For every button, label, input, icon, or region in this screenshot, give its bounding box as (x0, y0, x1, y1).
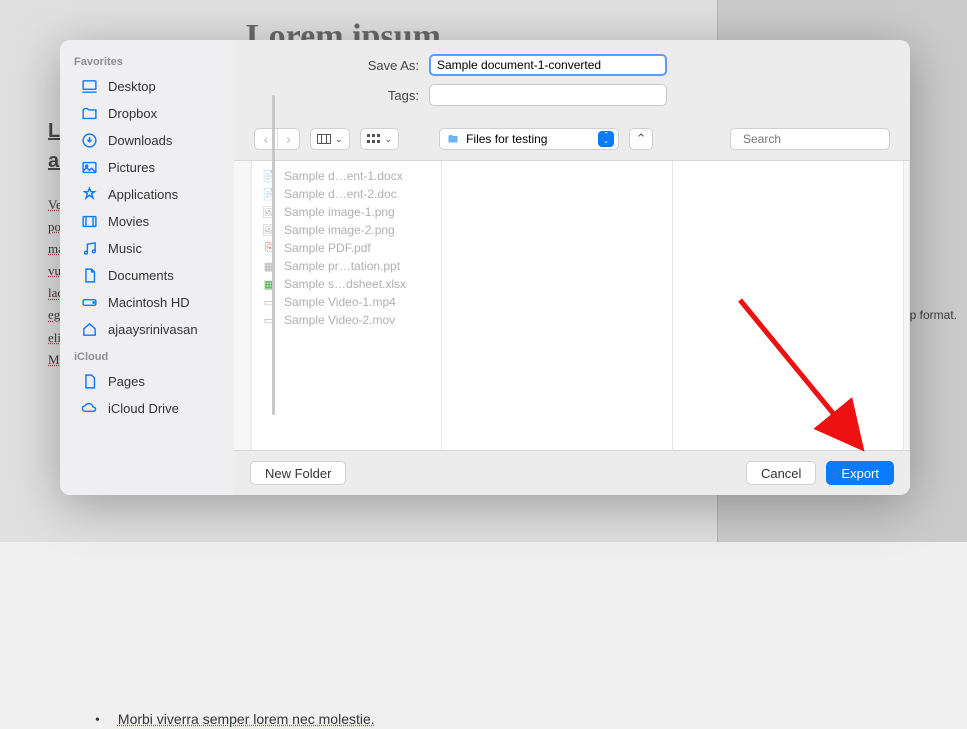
folder-label: Files for testing (466, 132, 547, 146)
disk-icon (80, 293, 98, 311)
sidebar-item-label: Pages (108, 374, 145, 389)
sidebar-item-pages[interactable]: Pages (66, 368, 228, 394)
file-row[interactable]: ▦Sample pr…tation.ppt (252, 257, 441, 275)
sidebar: Favorites Desktop Dropbox Downloads Pict… (60, 40, 234, 495)
sidebar-item-label: iCloud Drive (108, 401, 179, 416)
toolbar: ‹ › ⌄ ⌄ Files for testing ⌃⌄ ⌃ (234, 122, 910, 161)
chevron-down-icon: ⌄ (335, 134, 343, 145)
sidebar-item-macintosh-hd[interactable]: Macintosh HD (66, 289, 228, 315)
applications-icon (80, 185, 98, 203)
folder-icon (446, 133, 460, 145)
sidebar-item-label: Music (108, 241, 142, 256)
file-row[interactable]: 🖼Sample image-2.png (252, 221, 441, 239)
download-icon (80, 131, 98, 149)
tags-input[interactable] (429, 84, 667, 106)
nav-buttons: ‹ › (254, 128, 300, 150)
sidebar-item-movies[interactable]: Movies (66, 208, 228, 234)
sidebar-item-label: Movies (108, 214, 149, 229)
chevron-down-icon: ⌄ (385, 134, 393, 145)
music-icon (80, 239, 98, 257)
sidebar-item-pictures[interactable]: Pictures (66, 154, 228, 180)
search-box[interactable] (730, 128, 890, 150)
dialog-main: Save As: Tags: ‹ › ⌄ ⌄ Files for testing… (234, 40, 910, 495)
sidebar-item-label: Pictures (108, 160, 155, 175)
pictures-icon (80, 158, 98, 176)
sidebar-item-desktop[interactable]: Desktop (66, 73, 228, 99)
save-dialog: Favorites Desktop Dropbox Downloads Pict… (60, 40, 910, 495)
new-folder-button[interactable]: New Folder (250, 461, 346, 485)
cloud-icon (80, 399, 98, 417)
search-input[interactable] (743, 132, 898, 146)
sidebar-item-label: Downloads (108, 133, 172, 148)
collapse-button[interactable]: ⌃ (629, 128, 653, 150)
sidebar-item-home[interactable]: ajaaysrinivasan (66, 316, 228, 342)
sidebar-item-icloud-drive[interactable]: iCloud Drive (66, 395, 228, 421)
doc-bullet: Morbi viverra semper lorem nec molestie. (95, 711, 937, 729)
sidebar-item-music[interactable]: Music (66, 235, 228, 261)
folder-icon (80, 104, 98, 122)
dropdown-arrows-icon: ⌃⌄ (598, 131, 614, 147)
sidebar-section-icloud: iCloud (60, 343, 234, 367)
pages-icon (80, 372, 98, 390)
file-row[interactable]: 📄Sample d…ent-1.docx (252, 167, 441, 185)
bottom-bar: New Folder Cancel Export (234, 451, 910, 495)
file-browser: 📄Sample d…ent-1.docx 📄Sample d…ent-2.doc… (234, 161, 910, 451)
file-row[interactable]: ▭Sample Video-2.mov (252, 311, 441, 329)
view-columns-button[interactable]: ⌄ (310, 128, 350, 150)
desktop-icon (80, 77, 98, 95)
movies-icon (80, 212, 98, 230)
chevron-up-icon: ⌃ (636, 131, 647, 147)
forward-button[interactable]: › (277, 129, 299, 149)
sidebar-item-applications[interactable]: Applications (66, 181, 228, 207)
tags-label: Tags: (254, 88, 429, 103)
sidebar-item-downloads[interactable]: Downloads (66, 127, 228, 153)
file-row[interactable]: ▦Sample s…dsheet.xlsx (252, 275, 441, 293)
sidebar-item-label: Applications (108, 187, 178, 202)
file-row[interactable]: 📄Sample d…ent-2.doc (252, 185, 441, 203)
export-button[interactable]: Export (826, 461, 894, 485)
sidebar-item-label: ajaaysrinivasan (108, 322, 198, 337)
documents-icon (80, 266, 98, 284)
sidebar-section-favorites: Favorites (60, 48, 234, 72)
file-row[interactable]: 🖼Sample image-1.png (252, 203, 441, 221)
save-as-input[interactable] (429, 54, 667, 76)
file-row[interactable]: ⎘Sample PDF.pdf (252, 239, 441, 257)
sidebar-item-label: Macintosh HD (108, 295, 190, 310)
sidebar-item-dropbox[interactable]: Dropbox (66, 100, 228, 126)
cancel-button[interactable]: Cancel (746, 461, 816, 485)
sidebar-item-documents[interactable]: Documents (66, 262, 228, 288)
sidebar-item-label: Documents (108, 268, 174, 283)
group-by-button[interactable]: ⌄ (360, 128, 400, 150)
file-row[interactable]: ▭Sample Video-1.mp4 (252, 293, 441, 311)
sidebar-item-label: Desktop (108, 79, 156, 94)
sidebar-item-label: Dropbox (108, 106, 157, 121)
folder-dropdown[interactable]: Files for testing ⌃⌄ (439, 128, 619, 150)
sidebar-scrollbar[interactable] (272, 95, 275, 415)
save-as-label: Save As: (254, 58, 429, 73)
file-column[interactable]: 📄Sample d…ent-1.docx 📄Sample d…ent-2.doc… (252, 161, 442, 450)
home-icon (80, 320, 98, 338)
